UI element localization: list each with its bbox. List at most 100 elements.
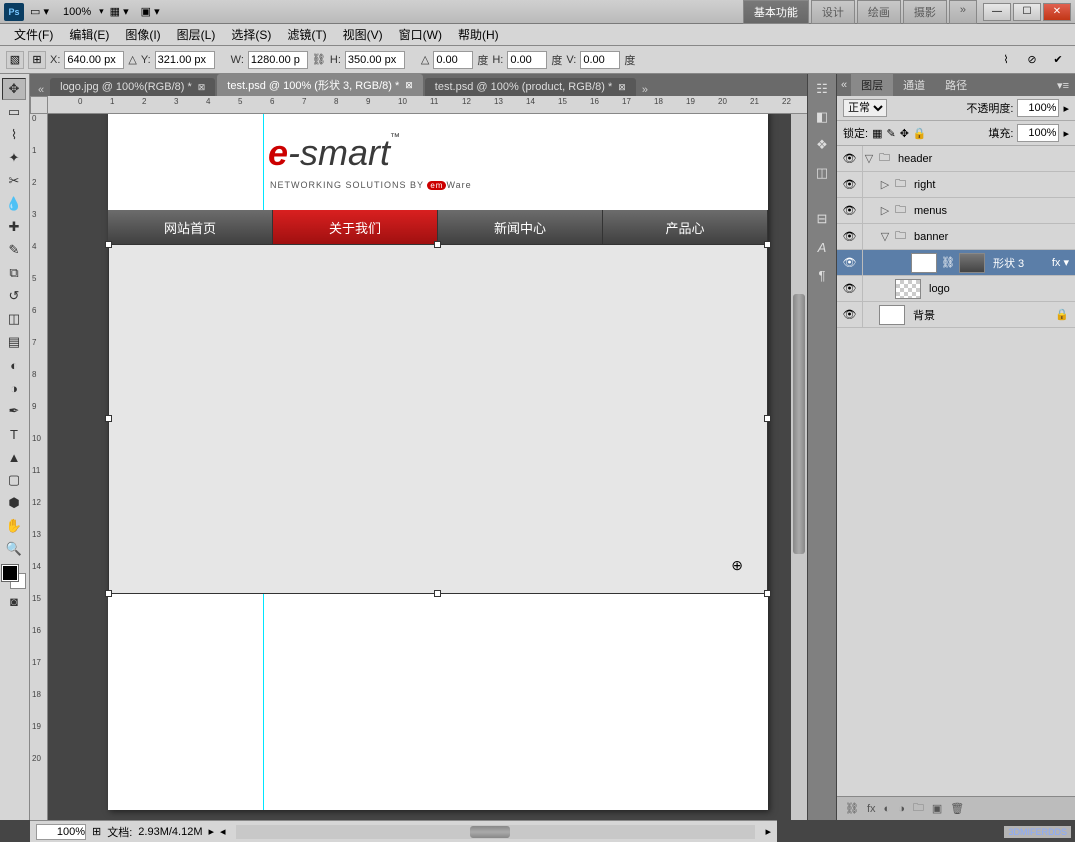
expand-arrow[interactable]: ▽ bbox=[879, 230, 891, 243]
link-icon[interactable]: ⛓ bbox=[312, 53, 326, 66]
menu-select[interactable]: 选择(S) bbox=[223, 24, 279, 45]
y-input[interactable] bbox=[155, 51, 215, 69]
tab-paths[interactable]: 路径 bbox=[935, 74, 977, 96]
layer-fx-icon[interactable]: fx bbox=[867, 803, 876, 815]
color-panel-icon[interactable]: ◧ bbox=[810, 106, 834, 128]
handle-tc[interactable] bbox=[434, 241, 441, 248]
history-brush-tool[interactable]: ↺ bbox=[2, 285, 26, 307]
layer-name[interactable]: right bbox=[914, 179, 935, 191]
pen-tool[interactable]: ✒ bbox=[2, 400, 26, 422]
history-panel-icon[interactable]: ☷ bbox=[810, 78, 834, 100]
menu-file[interactable]: 文件(F) bbox=[6, 24, 61, 45]
minimize-button[interactable]: — bbox=[983, 3, 1011, 21]
eraser-tool[interactable]: ◫ bbox=[2, 308, 26, 330]
visibility-toggle[interactable]: 👁 bbox=[837, 224, 863, 249]
workspace-design[interactable]: 设计 bbox=[811, 0, 855, 24]
menu-edit[interactable]: 编辑(E) bbox=[61, 24, 117, 45]
workspace-photography[interactable]: 摄影 bbox=[903, 0, 947, 24]
handle-tr[interactable] bbox=[764, 241, 771, 248]
layer-name[interactable]: header bbox=[898, 153, 932, 165]
handle-tl[interactable] bbox=[105, 241, 112, 248]
layer-row[interactable]: 👁▷🗀menus bbox=[837, 198, 1075, 224]
brush-tool[interactable]: ✎ bbox=[2, 239, 26, 261]
visibility-toggle[interactable]: 👁 bbox=[837, 302, 863, 327]
layer-thumb[interactable] bbox=[895, 279, 921, 299]
layer-name[interactable]: 形状 3 bbox=[993, 255, 1024, 271]
workspace-painting[interactable]: 绘画 bbox=[857, 0, 901, 24]
commit-transform-icon[interactable]: ✔ bbox=[1047, 49, 1069, 71]
menu-view[interactable]: 视图(V) bbox=[335, 24, 391, 45]
close-button[interactable]: ✕ bbox=[1043, 3, 1071, 21]
visibility-toggle[interactable]: 👁 bbox=[837, 250, 863, 275]
x-input[interactable] bbox=[64, 51, 124, 69]
gradient-tool[interactable]: ▤ bbox=[2, 331, 26, 353]
scroll-thumb[interactable] bbox=[793, 294, 805, 554]
swatches-panel-icon[interactable]: ❖ bbox=[810, 134, 834, 156]
w-input[interactable] bbox=[248, 51, 308, 69]
zoom-tool[interactable]: 🔍 bbox=[2, 538, 26, 560]
new-group-icon[interactable]: 🗀 bbox=[913, 799, 924, 818]
3d-tool[interactable]: ⬢ bbox=[2, 492, 26, 514]
lasso-tool[interactable]: ⌇ bbox=[2, 124, 26, 146]
arrange-dropdown[interactable]: ▦ ▾ bbox=[104, 3, 135, 20]
transform-selection[interactable]: ⊕ bbox=[108, 244, 768, 594]
close-icon[interactable]: ⊠ bbox=[618, 82, 626, 93]
styles-panel-icon[interactable]: ◫ bbox=[810, 162, 834, 184]
view-mode-dropdown[interactable]: ▭ ▾ bbox=[24, 3, 55, 20]
fill-flyout-icon[interactable]: ▸ bbox=[1063, 127, 1069, 140]
layer-thumb[interactable] bbox=[911, 253, 937, 273]
link-layers-icon[interactable]: ⛓ bbox=[845, 802, 859, 815]
angle1-input[interactable] bbox=[433, 51, 473, 69]
handle-mr[interactable] bbox=[764, 415, 771, 422]
visibility-toggle[interactable]: 👁 bbox=[837, 198, 863, 223]
layer-row[interactable]: 👁背景🔒 bbox=[837, 302, 1075, 328]
layer-row[interactable]: 👁⛓形状 3fx ▾ bbox=[837, 250, 1075, 276]
handle-br[interactable] bbox=[764, 590, 771, 597]
layer-row[interactable]: 👁▽🗀banner bbox=[837, 224, 1075, 250]
ruler-horizontal[interactable]: 012345678910111213141516171819202122 bbox=[48, 96, 807, 114]
layer-row[interactable]: 👁logo bbox=[837, 276, 1075, 302]
panel-menu-icon[interactable]: ▾≡ bbox=[1051, 79, 1075, 92]
delete-layer-icon[interactable]: 🗑 bbox=[950, 802, 964, 815]
layer-name[interactable]: 背景 bbox=[913, 307, 935, 323]
zoom-level[interactable]: 100% bbox=[55, 4, 99, 20]
layer-name[interactable]: menus bbox=[914, 205, 947, 217]
eyedropper-tool[interactable]: 💧 bbox=[2, 193, 26, 215]
mask-thumb[interactable] bbox=[959, 253, 985, 273]
scrollbar-horizontal[interactable] bbox=[236, 825, 756, 839]
marquee-tool[interactable]: ▭ bbox=[2, 101, 26, 123]
lock-all-icon[interactable]: 🔒 bbox=[913, 127, 927, 140]
hand-tool[interactable]: ✋ bbox=[2, 515, 26, 537]
workspace-essentials[interactable]: 基本功能 bbox=[743, 0, 809, 24]
doc-tab-1[interactable]: logo.jpg @ 100%(RGB/8) *⊠ bbox=[50, 78, 215, 96]
handle-ml[interactable] bbox=[105, 415, 112, 422]
new-adjustment-icon[interactable]: ◑ bbox=[898, 803, 905, 815]
h-input[interactable] bbox=[345, 51, 405, 69]
crop-tool[interactable]: ✂ bbox=[2, 170, 26, 192]
canvas[interactable]: e-smart™ NETWORKING SOLUTIONS BY emWare … bbox=[48, 114, 807, 820]
layer-row[interactable]: 👁▽🗀header bbox=[837, 146, 1075, 172]
path-select-tool[interactable]: ▲ bbox=[2, 446, 26, 468]
layer-thumb[interactable] bbox=[879, 305, 905, 325]
warp-mode-icon[interactable]: ⌇ bbox=[995, 49, 1017, 71]
handle-bl[interactable] bbox=[105, 590, 112, 597]
menu-layer[interactable]: 图层(L) bbox=[169, 24, 224, 45]
move-tool[interactable]: ✥ bbox=[2, 78, 26, 100]
new-layer-icon[interactable]: ▣ bbox=[932, 802, 942, 815]
fill-input[interactable] bbox=[1017, 124, 1059, 142]
blur-tool[interactable]: ◐ bbox=[2, 354, 26, 376]
heal-tool[interactable]: ✚ bbox=[2, 216, 26, 238]
expand-icon[interactable]: ⊞ bbox=[92, 825, 101, 838]
transform-center-icon[interactable]: ⊕ bbox=[731, 557, 743, 574]
lock-transparency-icon[interactable]: ▦ bbox=[872, 127, 882, 140]
doc-tab-2[interactable]: test.psd @ 100% (形状 3, RGB/8) *⊠ bbox=[217, 74, 423, 96]
tab-channels[interactable]: 通道 bbox=[893, 74, 935, 96]
stamp-tool[interactable]: ⧉ bbox=[2, 262, 26, 284]
menu-help[interactable]: 帮助(H) bbox=[450, 24, 507, 45]
skew-h-input[interactable] bbox=[507, 51, 547, 69]
dodge-tool[interactable]: ◑ bbox=[2, 377, 26, 399]
opacity-input[interactable] bbox=[1017, 99, 1059, 117]
transform-tool-icon[interactable]: ▧ bbox=[6, 51, 24, 69]
cancel-transform-icon[interactable]: ⊘ bbox=[1021, 49, 1043, 71]
layer-name[interactable]: banner bbox=[914, 231, 948, 243]
